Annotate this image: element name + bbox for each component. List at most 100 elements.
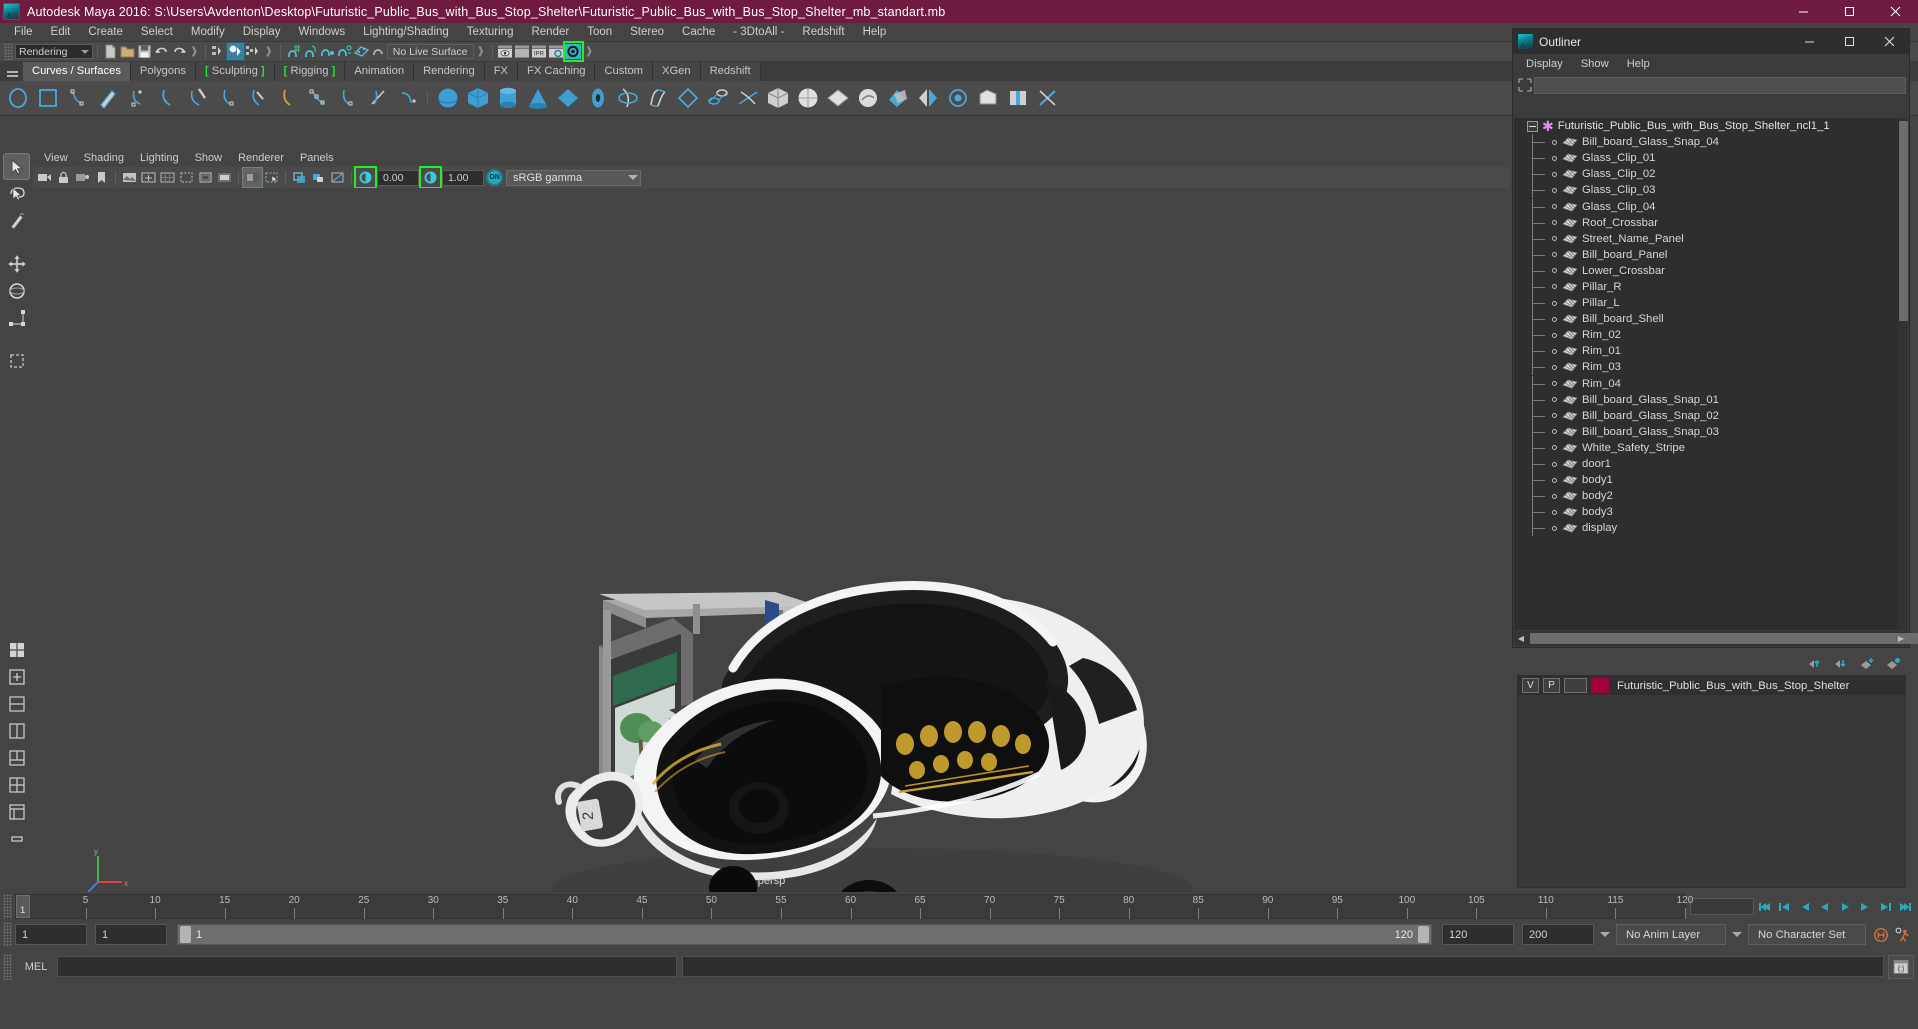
scale-tool-button[interactable] — [4, 305, 29, 330]
go-to-start-button[interactable] — [1756, 898, 1774, 916]
gamma-field[interactable]: 1.00 — [442, 170, 484, 186]
nurbs-plane-button[interactable] — [553, 84, 582, 113]
layout-persp-outliner-button[interactable] — [4, 718, 29, 743]
cv-curve-tool-button[interactable] — [63, 84, 92, 113]
shelf-tab-polygons[interactable]: Polygons — [131, 62, 196, 81]
viewport-menu-lighting[interactable]: Lighting — [132, 150, 187, 167]
outliner-item[interactable]: Glass_Clip_03 — [1514, 182, 1899, 198]
outliner-item[interactable]: display — [1514, 520, 1899, 536]
nurbs-cube-button[interactable] — [463, 84, 492, 113]
outliner-maximize-button[interactable] — [1829, 29, 1869, 54]
outliner-item[interactable]: Glass_Clip_04 — [1514, 198, 1899, 214]
menu-item-3dtoall[interactable]: - 3DtoAll - — [724, 23, 793, 42]
make-live-button[interactable] — [370, 43, 387, 60]
gate-mask-icon[interactable] — [215, 168, 234, 187]
layer-playback-toggle[interactable]: P — [1543, 678, 1560, 693]
outliner-horizontal-scrollbar-thumb[interactable] — [1530, 633, 1918, 644]
color-management-selector[interactable]: sRGB gamma — [506, 170, 641, 186]
bezier-curve-tool-button[interactable] — [153, 84, 182, 113]
outliner-vertical-scrollbar-thumb[interactable] — [1899, 121, 1908, 321]
menu-item-texturing[interactable]: Texturing — [458, 23, 523, 42]
quick-layout-view-button[interactable] — [4, 637, 29, 662]
layout-hypershade-button[interactable] — [4, 799, 29, 824]
viewport-menu-panels[interactable]: Panels — [292, 150, 342, 167]
time-slider-track[interactable]: 1 51015202530354045505560657075808590951… — [15, 894, 1686, 919]
outliner-menu-show[interactable]: Show — [1572, 54, 1618, 74]
outliner-root-node[interactable]: ✱Futuristic_Public_Bus_with_Bus_Stop_She… — [1514, 118, 1899, 134]
menu-item-display[interactable]: Display — [234, 23, 290, 42]
pencil-curve-tool-button[interactable] — [93, 84, 122, 113]
insert-edge-loop-button[interactable] — [1003, 84, 1032, 113]
reverse-curve-button[interactable] — [273, 84, 302, 113]
image-plane-icon[interactable] — [120, 168, 139, 187]
booleans-button[interactable] — [883, 84, 912, 113]
outliner-menu-help[interactable]: Help — [1618, 54, 1659, 74]
viewport-menu-view[interactable]: View — [36, 150, 76, 167]
loft-button[interactable] — [643, 84, 672, 113]
render-current-frame-button[interactable] — [497, 43, 514, 60]
outliner-item[interactable]: Rim_04 — [1514, 376, 1899, 392]
polygon-cube-button[interactable] — [763, 84, 792, 113]
select-camera-icon[interactable] — [35, 168, 54, 187]
menu-set-selector[interactable]: Rendering — [15, 44, 93, 59]
playback-end-field[interactable]: 120 — [1442, 924, 1514, 945]
step-forward-frame-button[interactable] — [1856, 898, 1874, 916]
outliner-item[interactable]: Glass_Clip_02 — [1514, 166, 1899, 182]
camera-attributes-icon[interactable] — [73, 168, 92, 187]
shelf-tab-custom[interactable]: Custom — [595, 62, 653, 81]
anim-layer-field[interactable]: No Anim Layer — [1616, 924, 1726, 945]
exposure-toggle-icon[interactable] — [356, 168, 375, 187]
menu-item-file[interactable]: File — [5, 23, 42, 42]
outliner-item[interactable]: Rim_02 — [1514, 327, 1899, 343]
current-time-indicator[interactable]: 1 — [16, 895, 30, 918]
ep-curve-tool-button[interactable] — [123, 84, 152, 113]
smooth-shade-all-icon[interactable] — [262, 168, 281, 187]
new-scene-button[interactable] — [102, 43, 119, 60]
snap-to-view-plane-button[interactable] — [353, 43, 370, 60]
last-tool-used-button[interactable] — [4, 348, 29, 373]
outliner-item[interactable]: Glass_Clip_01 — [1514, 150, 1899, 166]
paint-selection-tool-button[interactable] — [4, 208, 29, 233]
scroll-right-icon[interactable]: ▶ — [1894, 632, 1908, 646]
minimize-button[interactable] — [1780, 0, 1826, 23]
layer-list[interactable]: V P Futuristic_Public_Bus_with_Bus_Stop_… — [1517, 675, 1906, 888]
move-tool-button[interactable] — [4, 251, 29, 276]
outliner-item[interactable]: Bill_board_Glass_Snap_02 — [1514, 408, 1899, 424]
layer-row[interactable]: V P Futuristic_Public_Bus_with_Bus_Stop_… — [1518, 676, 1905, 695]
open-scene-button[interactable] — [119, 43, 136, 60]
redo-button[interactable] — [170, 43, 187, 60]
bookmark-icon[interactable] — [92, 168, 111, 187]
menu-item-render[interactable]: Render — [522, 23, 578, 42]
collapse-arrow-icon[interactable]: ❱ — [474, 46, 488, 57]
detach-curves-button[interactable] — [213, 84, 242, 113]
layout-single-button[interactable] — [4, 664, 29, 689]
menu-item-create[interactable]: Create — [79, 23, 132, 42]
outliner-item[interactable]: body3 — [1514, 504, 1899, 520]
polygon-sphere-button[interactable] — [793, 84, 822, 113]
shelf-tab-fx-caching[interactable]: FX Caching — [518, 62, 595, 81]
shelf-tab-curves-surfaces[interactable]: Curves / Surfaces — [23, 62, 131, 81]
outliner-search-input[interactable] — [1534, 77, 1906, 94]
extrude-button[interactable] — [703, 84, 732, 113]
nurbs-circle-button[interactable] — [3, 84, 32, 113]
shelf-tab-sculpting[interactable]: [ Sculpting ] — [196, 62, 275, 81]
script-editor-button[interactable]: {;} — [1888, 955, 1914, 979]
menu-item-stereo[interactable]: Stereo — [621, 23, 673, 42]
layout-four-view-button[interactable] — [4, 772, 29, 797]
move-layer-down-icon[interactable] — [1833, 656, 1850, 671]
menu-item-toon[interactable]: Toon — [578, 23, 621, 42]
redo-render-button[interactable] — [514, 43, 531, 60]
outliner-item[interactable]: Rim_03 — [1514, 359, 1899, 375]
layout-two-panes-button[interactable] — [4, 691, 29, 716]
outliner-item[interactable]: Bill_board_Glass_Snap_03 — [1514, 424, 1899, 440]
gamma-toggle-icon[interactable] — [421, 168, 440, 187]
nurbs-cylinder-button[interactable] — [493, 84, 522, 113]
outliner-close-button[interactable] — [1869, 29, 1909, 54]
outliner-minimize-button[interactable] — [1789, 29, 1829, 54]
outliner-item[interactable]: Roof_Crossbar — [1514, 215, 1899, 231]
film-gate-icon[interactable] — [177, 168, 196, 187]
select-by-component-button[interactable] — [244, 43, 261, 60]
shelf-tab-xgen[interactable]: XGen — [653, 62, 701, 81]
undo-button[interactable] — [153, 43, 170, 60]
snap-to-projected-center-button[interactable] — [336, 43, 353, 60]
